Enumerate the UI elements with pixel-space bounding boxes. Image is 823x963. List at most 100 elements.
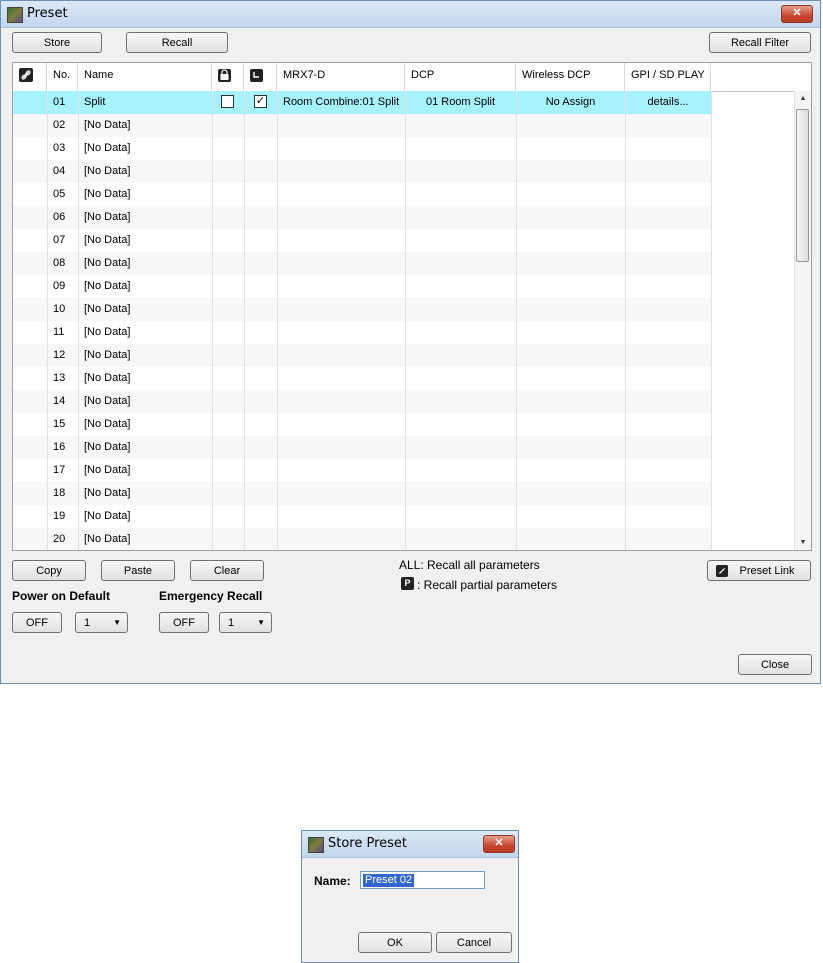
- table-row[interactable]: 06 [No Data]: [13, 206, 711, 229]
- store-button[interactable]: Store: [12, 32, 102, 53]
- preset-link-label: Preset Link: [739, 565, 795, 577]
- cell-name: [No Data]: [84, 119, 131, 131]
- header-gpi[interactable]: GPI / SD PLAY: [625, 63, 711, 91]
- dialog-title: Store Preset: [328, 836, 408, 851]
- power-on-default-toggle[interactable]: OFF: [12, 612, 62, 633]
- cell-gpi[interactable]: [625, 183, 711, 206]
- table-row[interactable]: 12 [No Data]: [13, 344, 711, 367]
- vertical-scrollbar[interactable]: ▲ ▼: [794, 91, 811, 550]
- name-input-value: Preset 02: [363, 874, 415, 887]
- emergency-recall-select[interactable]: 1 ▼: [219, 612, 272, 633]
- name-label: Name:: [314, 874, 351, 888]
- table-row[interactable]: 10 [No Data]: [13, 298, 711, 321]
- cell-gpi[interactable]: [625, 482, 711, 505]
- table-row[interactable]: 02 [No Data]: [13, 114, 711, 137]
- cell-name: [No Data]: [84, 188, 131, 200]
- cell-gpi[interactable]: [625, 505, 711, 528]
- cell-dcp: [405, 206, 516, 229]
- recall-button[interactable]: Recall: [126, 32, 228, 53]
- cell-gpi[interactable]: [625, 229, 711, 252]
- scroll-up-icon[interactable]: ▲: [795, 91, 811, 107]
- table-row[interactable]: 19 [No Data]: [13, 505, 711, 528]
- cell-gpi[interactable]: [625, 252, 711, 275]
- table-row[interactable]: 20 [No Data]: [13, 528, 711, 550]
- cell-gpi[interactable]: [625, 298, 711, 321]
- table-row[interactable]: 07 [No Data]: [13, 229, 711, 252]
- cell-gpi[interactable]: [625, 344, 711, 367]
- emergency-recall-toggle[interactable]: OFF: [159, 612, 209, 633]
- cell-gpi[interactable]: [625, 275, 711, 298]
- cancel-button[interactable]: Cancel: [436, 932, 512, 953]
- cell-no: 18: [53, 487, 66, 499]
- cell-no: 04: [53, 165, 66, 177]
- cell-no: 07: [53, 234, 66, 246]
- cell-gpi[interactable]: [625, 413, 711, 436]
- cell-gpi[interactable]: [625, 436, 711, 459]
- cell-dcp: [405, 344, 516, 367]
- header-dcp[interactable]: DCP: [405, 63, 516, 91]
- store-preset-dialog: Store Preset ✕ Name: Preset 02 OK Cancel: [301, 830, 519, 963]
- preset-link-button[interactable]: Preset Link: [707, 560, 811, 581]
- cell-gpi[interactable]: [625, 459, 711, 482]
- cell-mrx: [277, 367, 405, 390]
- table-row[interactable]: 15 [No Data]: [13, 413, 711, 436]
- partial-badge-icon: P: [401, 577, 414, 590]
- cell-gpi[interactable]: [625, 528, 711, 550]
- cell-name: [No Data]: [84, 257, 131, 269]
- table-row[interactable]: 18 [No Data]: [13, 482, 711, 505]
- cell-dcp: [405, 505, 516, 528]
- clear-button[interactable]: Clear: [190, 560, 264, 581]
- header-name[interactable]: Name: [78, 63, 212, 91]
- cell-gpi[interactable]: [625, 367, 711, 390]
- table-row[interactable]: 03 [No Data]: [13, 137, 711, 160]
- table-row[interactable]: 08 [No Data]: [13, 252, 711, 275]
- power-on-default-value: 1: [84, 617, 91, 629]
- scroll-down-icon[interactable]: ▼: [795, 535, 811, 550]
- table-row[interactable]: 17 [No Data]: [13, 459, 711, 482]
- ok-button[interactable]: OK: [358, 932, 432, 953]
- table-row[interactable]: 09 [No Data]: [13, 275, 711, 298]
- cell-wdcp: [516, 367, 625, 390]
- cell-no: 19: [53, 510, 66, 522]
- table-row[interactable]: 05 [No Data]: [13, 183, 711, 206]
- power-on-default-select[interactable]: 1 ▼: [75, 612, 128, 633]
- cell-name: [No Data]: [84, 303, 131, 315]
- table-row[interactable]: 01 Split Room Combine:01 Split 01 Room Spli…: [13, 91, 711, 114]
- cell-gpi[interactable]: [625, 206, 711, 229]
- cell-wdcp: [516, 505, 625, 528]
- header-mrx[interactable]: MRX7-D: [277, 63, 405, 91]
- cell-dcp: [405, 436, 516, 459]
- header-no[interactable]: No.: [47, 63, 78, 91]
- cell-gpi[interactable]: [625, 390, 711, 413]
- cell-no: 14: [53, 395, 66, 407]
- dialog-close-icon[interactable]: ✕: [483, 835, 515, 853]
- close-icon[interactable]: ✕: [781, 5, 813, 23]
- scroll-thumb[interactable]: [796, 109, 809, 262]
- cell-gpi[interactable]: [625, 160, 711, 183]
- cell-no: 01: [53, 96, 66, 108]
- header-wireless-dcp[interactable]: Wireless DCP: [516, 63, 625, 91]
- name-input[interactable]: Preset 02: [360, 871, 485, 889]
- table-row[interactable]: 13 [No Data]: [13, 367, 711, 390]
- table-row[interactable]: 16 [No Data]: [13, 436, 711, 459]
- table-row[interactable]: 11 [No Data]: [13, 321, 711, 344]
- recall-filter-button[interactable]: Recall Filter: [709, 32, 811, 53]
- cell-dcp: [405, 160, 516, 183]
- table-header: No. Name MRX7-D DCP Wireless DCP GPI / S…: [13, 63, 799, 92]
- cell-gpi[interactable]: [625, 114, 711, 137]
- copy-button[interactable]: Copy: [12, 560, 86, 581]
- cell-wdcp: [516, 137, 625, 160]
- cell-gpi[interactable]: [625, 321, 711, 344]
- cell-gpi[interactable]: details...: [625, 91, 711, 114]
- cell-wdcp: [516, 413, 625, 436]
- cell-name: [No Data]: [84, 441, 131, 453]
- paste-button[interactable]: Paste: [101, 560, 175, 581]
- cell-gpi[interactable]: [625, 137, 711, 160]
- cell-mrx: [277, 459, 405, 482]
- schedule-checkbox[interactable]: ✓: [254, 95, 267, 108]
- protect-checkbox[interactable]: [221, 95, 234, 108]
- table-row[interactable]: 04 [No Data]: [13, 160, 711, 183]
- cell-mrx: Room Combine:01 Split: [283, 96, 400, 108]
- table-row[interactable]: 14 [No Data]: [13, 390, 711, 413]
- close-button[interactable]: Close: [738, 654, 812, 675]
